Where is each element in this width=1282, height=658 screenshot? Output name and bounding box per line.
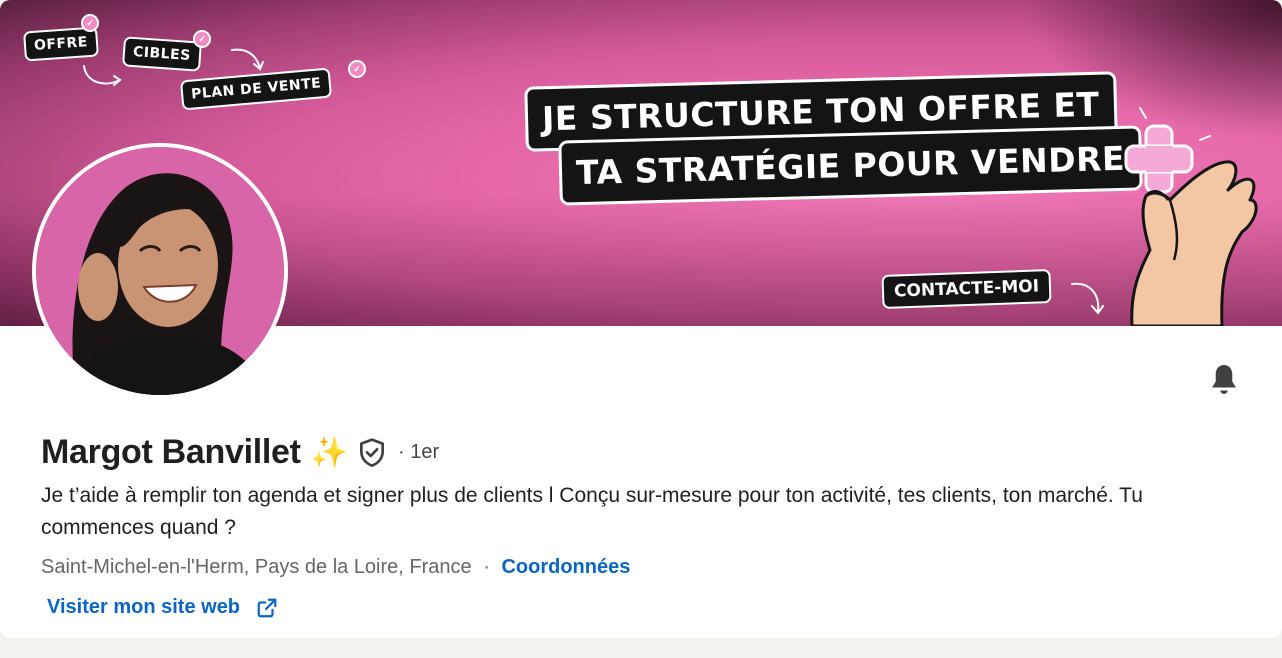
doodle-arrow-icon [1071, 282, 1104, 315]
avatar-photo [36, 147, 284, 395]
profile-location-row: Saint-Michel-en-l'Herm, Pays de la Loire… [41, 556, 630, 579]
separator: · [483, 556, 490, 578]
sparkle-icon: ✨ [310, 436, 349, 469]
verified-shield-icon[interactable] [356, 437, 388, 469]
contact-info-link[interactable]: Coordonnées [501, 556, 630, 578]
profile-location: Saint-Michel-en-l'Herm, Pays de la Loire… [41, 556, 472, 578]
tag-offre: OFFRE [25, 28, 97, 60]
bell-icon [1212, 365, 1236, 394]
profile-card: OFFRE ✓ CIBLES ✓ PLAN DE VENTE ✓ JE STRU… [0, 0, 1282, 638]
connection-degree: · 1er [398, 441, 440, 463]
tag-cibles: CIBLES [124, 38, 200, 70]
profile-avatar[interactable] [32, 143, 288, 399]
check-icon: ✓ [193, 30, 211, 48]
external-link-icon [257, 598, 277, 617]
website-link[interactable]: Visiter mon site web [47, 596, 278, 619]
follow-notifications-button[interactable] [1206, 362, 1242, 398]
profile-name: Margot Banvillet [41, 433, 301, 471]
check-icon: ✓ [348, 60, 366, 78]
tag-contacte-moi: CONTACTE-MOI [883, 271, 1050, 307]
profile-name-row: Margot Banvillet ✨ · 1er [41, 433, 439, 472]
doodle-arrow-icon [231, 48, 264, 71]
profile-headline: Je t’aide à remplir ton agenda et signer… [41, 484, 1143, 539]
hand-plus-icon [1124, 107, 1258, 326]
check-icon: ✓ [81, 14, 99, 32]
website-link-label: Visiter mon site web [47, 596, 241, 618]
doodle-arrow-icon [83, 65, 122, 86]
